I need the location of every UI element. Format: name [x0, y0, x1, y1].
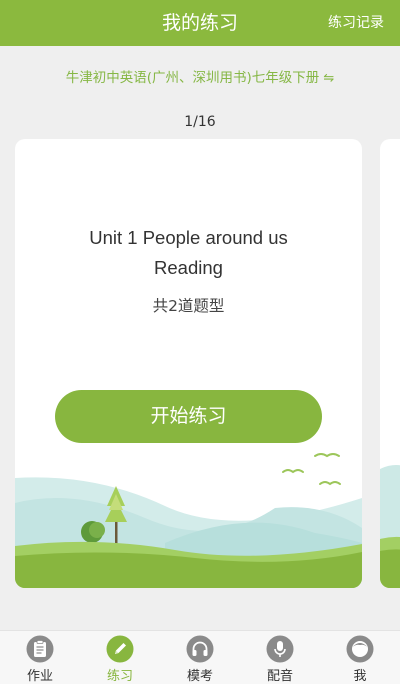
question-type-count: 共2道题型 [152, 297, 225, 315]
tab-dubbing[interactable]: 配音 [240, 631, 320, 684]
bottom-tab-bar: 作业 练习 模考 配音 我 [0, 630, 400, 684]
tab-label: 配音 [266, 669, 293, 684]
person-icon [346, 635, 374, 663]
next-card-illustration [380, 465, 400, 588]
swap-icon: ⇋ [323, 71, 335, 86]
app-header: 我的练习 练习记录 [0, 0, 400, 46]
tab-label: 我 [353, 669, 367, 684]
tab-practice[interactable]: 练习 [80, 631, 160, 684]
tab-label: 练习 [106, 669, 133, 684]
textbook-selector[interactable]: 牛津初中英语(广州、深圳用书)七年级下册 ⇋ [0, 66, 400, 92]
unit-title: Unit 1 People around us [89, 227, 288, 248]
textbook-name: 牛津初中英语(广州、深圳用书)七年级下册 [65, 70, 320, 86]
start-practice-button[interactable]: 开始练习 [55, 390, 322, 443]
page-indicator: 1/16 [184, 114, 216, 130]
tab-label: 模考 [186, 669, 213, 684]
unit-card[interactable]: Unit 1 People around us Reading 共2道题型 开始… [15, 139, 362, 588]
tab-me[interactable]: 我 [320, 631, 400, 684]
clipboard-icon [26, 635, 54, 663]
practice-record-button[interactable]: 练习记录 [328, 0, 384, 46]
birds-icon [282, 453, 341, 486]
tab-label: 作业 [26, 669, 53, 684]
landscape-illustration [15, 453, 362, 588]
tab-mock-exam[interactable]: 模考 [160, 631, 240, 684]
tab-homework[interactable]: 作业 [0, 631, 80, 684]
microphone-icon [266, 635, 294, 663]
next-unit-card-peek[interactable] [380, 139, 400, 588]
pencil-icon [106, 635, 134, 663]
unit-subtitle: Reading [154, 257, 223, 278]
headphones-icon [186, 635, 214, 663]
